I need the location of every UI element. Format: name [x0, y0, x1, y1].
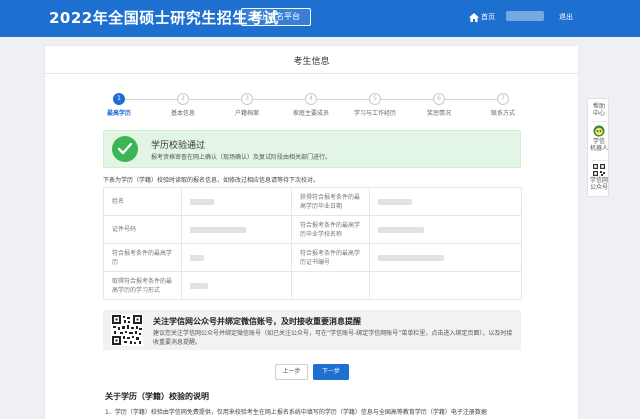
robot-label-1: 学信	[592, 138, 605, 145]
side-divider	[591, 160, 607, 161]
side-toolbar: 帮助 中心 学信 机器人 学信网 公众号	[587, 98, 609, 197]
step-progress: 1 最高学历 2 基本信息 3 户籍档案 4 家庭主要成员 5 学习与工作经历 …	[45, 93, 578, 123]
step-connector	[317, 99, 369, 100]
grad-date-value	[369, 187, 522, 216]
info-table: 姓名 获得符合报考条件的最高学历毕业日期 证件号码 符合报考条件的最高学历毕业学…	[103, 187, 522, 300]
step-1-label: 最高学历	[106, 110, 131, 117]
cert-number-value	[369, 243, 522, 272]
robot-label-2: 机器人	[589, 145, 608, 152]
username-redacted	[506, 11, 544, 21]
official-account-button[interactable]: 学信网 公众号	[588, 164, 610, 191]
notes-line-1: 1、学历（学籍）校验由学信网免费提供，仅用来校验考生在网上报名系统中填写的学历（…	[105, 409, 487, 416]
platform-badge: 网上报名平台	[241, 8, 311, 26]
step-4-circle: 4	[305, 93, 317, 105]
empty-cell	[291, 271, 370, 300]
step-connector	[253, 99, 305, 100]
home-icon[interactable]	[469, 13, 479, 22]
table-row: 符合报考条件的最高学历 符合报考条件的最高学历证书编号	[103, 243, 522, 272]
check-circle-icon	[112, 136, 138, 162]
notes-title: 关于学历（学籍）校验的说明	[105, 392, 209, 401]
step-3-label: 户籍档案	[234, 110, 259, 117]
highest-edu-value	[181, 243, 292, 272]
step-6-circle: 6	[433, 93, 445, 105]
study-form-label: 取得符合报考条件的最高学历的学习形式	[103, 271, 182, 300]
qr-code-icon	[593, 164, 605, 176]
table-row: 姓名 获得符合报考条件的最高学历毕业日期	[103, 187, 522, 216]
step-1-circle: 1	[113, 93, 125, 105]
home-link[interactable]: 首页	[481, 12, 495, 22]
success-title: 学历校验通过	[151, 141, 206, 151]
step-4-label: 家庭主要成员	[292, 110, 329, 117]
table-row: 取得符合报考条件的最高学历的学习形式	[103, 271, 522, 300]
table-row: 证件号码 符合报考条件的最高学历毕业学校名称	[103, 215, 522, 244]
wechat-title: 关注学信网公众号并绑定微信账号，及时接收重要消息提醒	[153, 317, 361, 326]
step-3-circle: 3	[241, 93, 253, 105]
step-2-label: 基本信息	[170, 110, 195, 117]
step-connector	[381, 99, 433, 100]
step-connector	[125, 99, 177, 100]
step-2-circle: 2	[177, 93, 189, 105]
cert-number-label: 符合报考条件的最高学历证书编号	[291, 243, 370, 272]
top-navigation-bar: 2022年全国硕士研究生招生考试 网上报名平台 首页 退出	[0, 0, 640, 37]
help-center-label-2: 中心	[592, 110, 605, 117]
robot-button[interactable]: 学信 机器人	[588, 125, 610, 152]
help-center-button[interactable]: 帮助 中心	[588, 103, 610, 117]
wechat-follow-box: 关注学信网公众号并绑定微信账号，及时接收重要消息提醒 建议您关注学信网公众号并绑…	[103, 310, 521, 350]
prev-step-button[interactable]: 上一步	[275, 364, 308, 380]
step-7-circle: 7	[497, 93, 509, 105]
step-5-label: 学习与工作经历	[353, 110, 396, 117]
empty-cell	[369, 271, 522, 300]
qr-code-icon	[111, 314, 143, 346]
success-banner: 学历校验通过 报考资格审查在网上确认（现场确认）及复试阶段由相关部门进行。	[103, 130, 521, 168]
name-value	[181, 187, 292, 216]
official-account-label-2: 公众号	[589, 184, 608, 191]
robot-icon	[593, 125, 605, 137]
logout-link[interactable]: 退出	[559, 12, 573, 22]
page-title: 考生信息	[293, 57, 330, 67]
id-number-label: 证件号码	[103, 215, 182, 244]
id-number-value	[181, 215, 292, 244]
step-5-circle: 5	[369, 93, 381, 105]
step-connector	[189, 99, 241, 100]
title-divider	[45, 73, 578, 74]
highest-edu-label: 符合报考条件的最高学历	[103, 243, 182, 272]
study-form-value	[181, 271, 292, 300]
step-connector	[445, 99, 497, 100]
wechat-description: 建议您关注学信网公众号并绑定微信账号（如已关注公众号，可在“学信账号-绑定学信网…	[153, 330, 513, 346]
table-hint: 下表为学历（学籍）校验时读取的报名信息，如修改过相应信息请等待下次校对。	[103, 177, 320, 184]
official-account-label-1: 学信网	[589, 177, 608, 184]
grad-date-label: 获得符合报考条件的最高学历毕业日期	[291, 187, 370, 216]
name-label: 姓名	[103, 187, 182, 216]
step-6-label: 奖惩情况	[426, 110, 451, 117]
main-card: 考生信息 1 最高学历 2 基本信息 3 户籍档案 4 家庭主要成员 5 学习与…	[45, 46, 578, 419]
school-value	[369, 215, 522, 244]
step-7-label: 联系方式	[490, 110, 515, 117]
next-step-button[interactable]: 下一步	[313, 364, 349, 380]
success-description: 报考资格审查在网上确认（现场确认）及复试阶段由相关部门进行。	[151, 154, 332, 161]
help-center-label-1: 帮助	[592, 103, 605, 110]
side-divider	[591, 121, 607, 122]
school-label: 符合报考条件的最高学历毕业学校名称	[291, 215, 370, 244]
